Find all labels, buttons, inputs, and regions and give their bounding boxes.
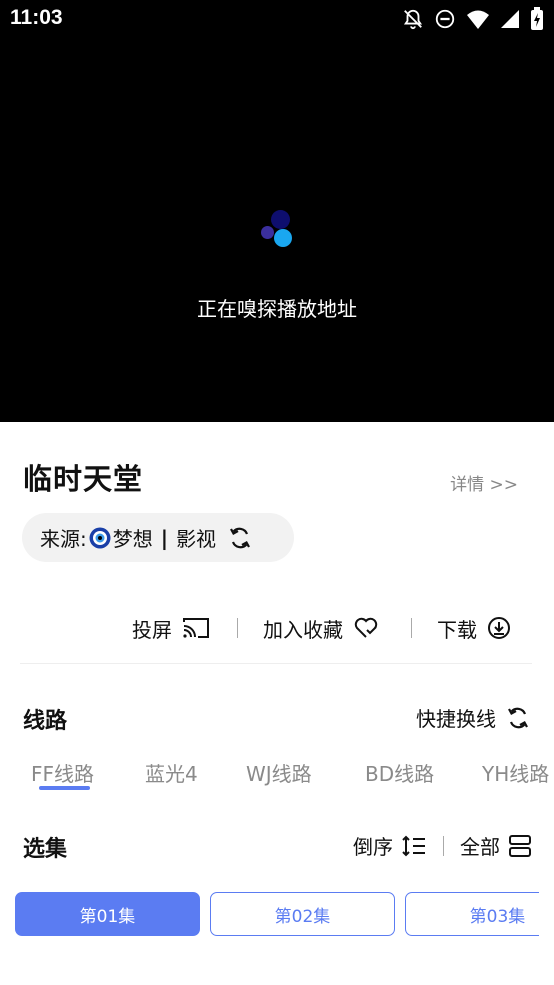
- source-chip[interactable]: 来源: 梦想 | 影视: [22, 513, 294, 562]
- loader-dot: [271, 210, 290, 229]
- loader-dot: [261, 226, 274, 239]
- video-title: 临时天堂: [23, 462, 144, 496]
- cast-button[interactable]: 投屏: [132, 610, 210, 646]
- episode-button[interactable]: 第01集: [15, 892, 200, 936]
- download-label: 下载: [437, 617, 477, 642]
- grid-view-icon: [509, 834, 531, 857]
- section-divider: [20, 663, 532, 664]
- signal-icon: [501, 10, 519, 28]
- loader-dot: [274, 229, 292, 247]
- source-label: 来源:: [40, 527, 87, 551]
- battery-charging-icon: [531, 7, 543, 30]
- sort-icon: [402, 835, 425, 856]
- detail-link[interactable]: 详情 >>: [450, 470, 518, 495]
- reverse-order-label: 倒序: [353, 835, 393, 859]
- divider: [411, 618, 412, 638]
- quick-switch-label: 快捷换线: [416, 707, 496, 731]
- favorite-button[interactable]: 加入收藏: [263, 610, 379, 646]
- route-tab[interactable]: YH线路: [482, 758, 549, 787]
- heart-check-icon: [354, 617, 378, 638]
- divider: [237, 618, 238, 638]
- source-separator: |: [160, 525, 169, 550]
- all-episodes-label: 全部: [460, 835, 500, 859]
- all-episodes-button[interactable]: 全部: [460, 831, 532, 860]
- refresh-icon: [508, 707, 528, 728]
- eye-amulet-icon: [89, 527, 111, 548]
- detail-sheet: 临时天堂 详情 >> 来源: 梦想 | 影视 投屏 加入收藏 下载 线路 快捷换…: [0, 422, 554, 985]
- route-tab[interactable]: WJ线路: [246, 758, 312, 787]
- route-tab[interactable]: FF线路: [31, 758, 94, 787]
- route-section-title: 线路: [23, 709, 68, 734]
- wifi-icon: [467, 10, 489, 29]
- loading-text: 正在嗅探播放地址: [197, 297, 357, 321]
- episode-controls: 倒序 全部: [353, 831, 532, 860]
- favorite-label: 加入收藏: [263, 617, 343, 642]
- status-icons: [402, 7, 544, 31]
- source-name: 梦想: [112, 527, 153, 551]
- quick-switch-button[interactable]: 快捷换线: [416, 703, 530, 732]
- download-icon: [488, 617, 510, 639]
- status-time: 11:03: [10, 6, 63, 29]
- route-tab[interactable]: 蓝光4: [145, 758, 198, 787]
- cast-icon: [183, 618, 209, 638]
- cast-label: 投屏: [132, 617, 172, 642]
- status-bar: 11:03: [0, 0, 554, 40]
- episode-section-title: 选集: [23, 837, 68, 862]
- loading-spinner: [258, 208, 298, 250]
- refresh-icon[interactable]: [228, 526, 252, 550]
- video-player[interactable]: 11:03 正在嗅探播放地址: [0, 0, 554, 422]
- bell-off-icon: [403, 9, 423, 30]
- route-tab[interactable]: BD线路: [365, 758, 434, 787]
- divider: [443, 835, 444, 856]
- do-not-disturb-icon: [435, 9, 455, 29]
- source-category: 影视: [176, 527, 217, 551]
- action-bar: 投屏 加入收藏 下载: [0, 610, 554, 646]
- episode-button[interactable]: 第02集: [210, 892, 395, 936]
- download-button[interactable]: 下载: [437, 610, 511, 646]
- episode-button[interactable]: 第03集: [405, 892, 539, 936]
- reverse-order-button[interactable]: 倒序: [353, 831, 427, 860]
- active-tab-indicator: [39, 786, 90, 790]
- episode-list: 第01集 第02集 第03集: [0, 892, 539, 938]
